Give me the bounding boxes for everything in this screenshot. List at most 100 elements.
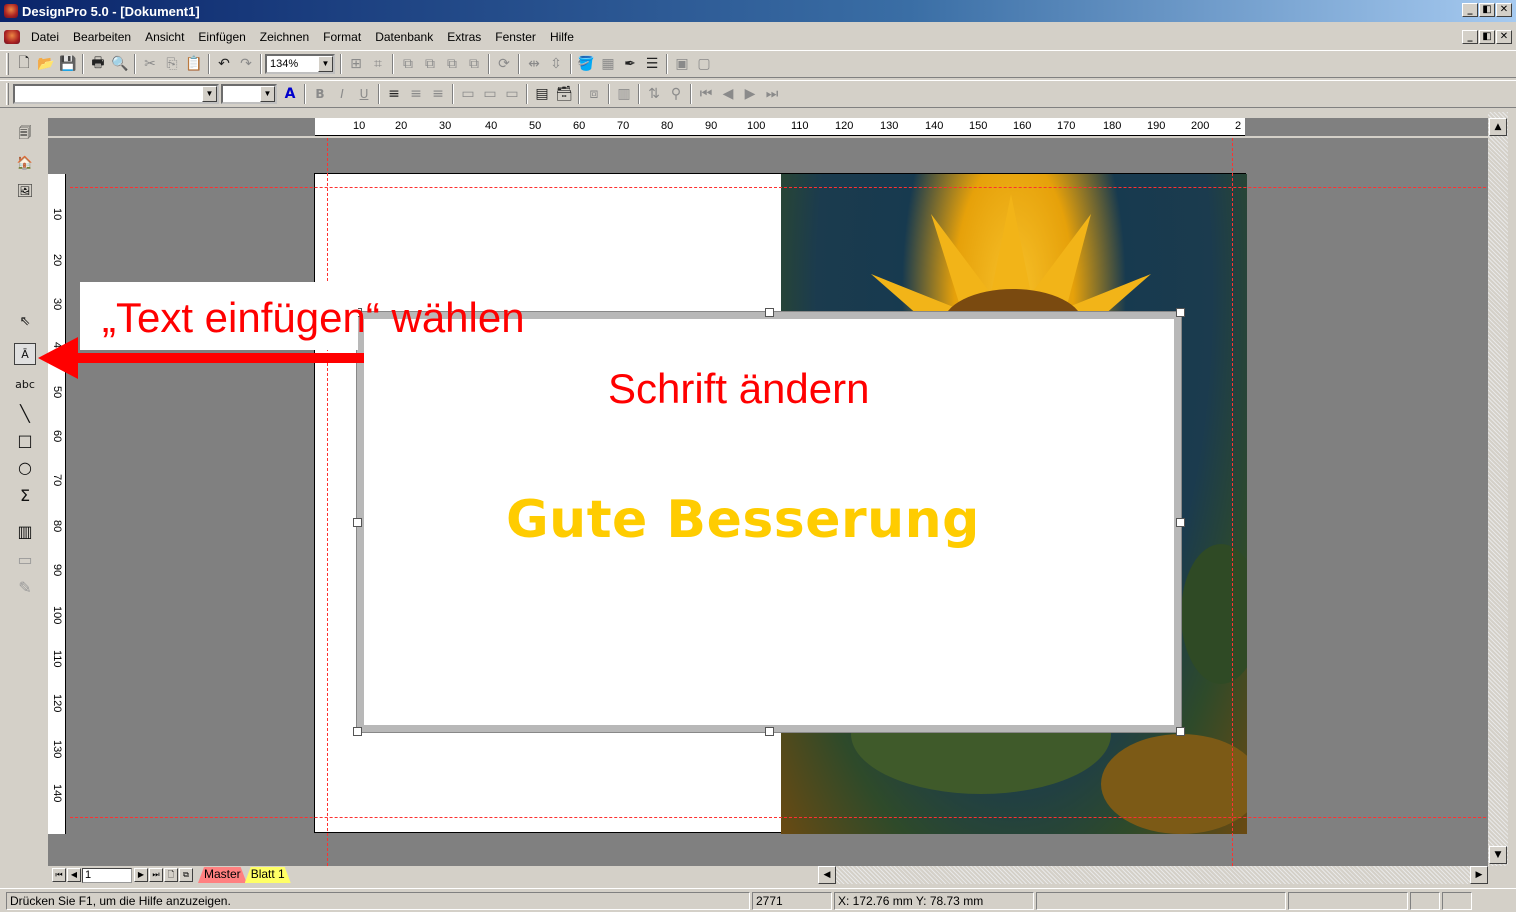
new-document-icon[interactable]: 🗋 [13,53,35,75]
send-backward-icon[interactable]: ⧉ [441,53,463,75]
page-view-icon[interactable]: 🗐 [14,124,36,146]
pointer-icon[interactable]: ⇖ [14,310,36,332]
doc-minimize-button[interactable]: _ [1462,30,1478,44]
toolbar-grip[interactable] [6,53,9,75]
menu-datei[interactable]: Datei [24,30,66,44]
crop-icon[interactable]: ⌗ [367,53,389,75]
merge-icon[interactable]: ⧈ [583,83,605,105]
database-icon[interactable]: 🗃 [553,83,575,105]
restore-button[interactable]: ◧ [1479,3,1495,17]
menu-bearbeiten[interactable]: Bearbeiten [66,30,138,44]
menu-extras[interactable]: Extras [440,30,488,44]
text-color-icon[interactable]: A [279,83,301,105]
align-objects-icon[interactable]: ⊞ [345,53,367,75]
group-icon[interactable]: ▣ [671,53,693,75]
save-icon[interactable]: 💾 [57,53,79,75]
first-record-icon[interactable]: ⏮ [695,83,717,105]
scroll-right-icon[interactable]: ▶ [1470,866,1488,884]
valign-bottom-icon[interactable]: ▭ [501,83,523,105]
next-page-icon[interactable]: ▶ [134,868,148,882]
vertical-scrollbar[interactable]: ▲ ▼ [1488,112,1508,866]
sort-icon[interactable]: ⇅ [643,83,665,105]
scroll-up-icon[interactable]: ▲ [1489,118,1507,136]
menu-hilfe[interactable]: Hilfe [543,30,581,44]
chevron-down-icon[interactable]: ▼ [202,86,217,102]
line-style-icon[interactable]: ☰ [641,53,663,75]
duplicate-page-icon[interactable]: ⧉ [179,868,193,882]
last-record-icon[interactable]: ⏭ [761,83,783,105]
close-button[interactable]: ✕ [1496,3,1512,17]
image-gallery-icon[interactable]: 🖼 [14,180,36,202]
next-record-icon[interactable]: ▶ [739,83,761,105]
table-view-icon[interactable]: ▥ [613,83,635,105]
chevron-down-icon[interactable]: ▼ [260,86,275,102]
document-menu-icon[interactable] [4,30,20,44]
ellipse-icon[interactable]: ○ [14,456,36,478]
valign-top-icon[interactable]: ▭ [457,83,479,105]
tab-blatt-1[interactable]: Blatt 1 [245,867,291,883]
last-page-icon[interactable]: ⏭ [149,868,163,882]
ole-object-icon[interactable]: ▭ [14,548,36,570]
insert-field-icon[interactable]: ▤ [531,83,553,105]
horizontal-scrollbar[interactable]: ◀ ▶ [818,866,1488,884]
resize-handle-se[interactable] [1176,727,1185,736]
picture-tool-icon[interactable]: ✎ [14,576,36,598]
ungroup-icon[interactable]: ▢ [693,53,715,75]
resize-handle-ne[interactable] [1176,308,1185,317]
resize-handle-s[interactable] [765,727,774,736]
guide-line-top[interactable] [70,187,1486,188]
doc-restore-button[interactable]: ◧ [1479,30,1495,44]
font-size-select[interactable]: ▼ [221,84,277,104]
flip-vertical-icon[interactable]: ⇳ [545,53,567,75]
tab-master[interactable]: Master [198,867,247,883]
font-name-select[interactable]: ▼ [13,84,219,104]
pattern-icon[interactable]: ▦ [597,53,619,75]
fill-color-icon[interactable]: 🪣 [575,53,597,75]
chevron-down-icon[interactable]: ▼ [318,56,333,72]
prev-page-icon[interactable]: ◀ [67,868,81,882]
guide-line-right[interactable] [1232,138,1233,866]
print-preview-icon[interactable]: 🔍 [109,53,131,75]
rotate-icon[interactable]: ⟳ [493,53,515,75]
cut-icon[interactable]: ✂ [139,53,161,75]
align-left-icon[interactable]: ≡ [383,83,405,105]
greeting-text[interactable]: Gute Besserung [506,490,1026,570]
resize-handle-e[interactable] [1176,518,1185,527]
doc-close-button[interactable]: ✕ [1496,30,1512,44]
redo-icon[interactable]: ↷ [235,53,257,75]
valign-middle-icon[interactable]: ▭ [479,83,501,105]
menu-fenster[interactable]: Fenster [488,30,543,44]
add-page-icon[interactable]: 🗋 [164,868,178,882]
page-number-field[interactable]: 1 [82,867,132,883]
line-icon[interactable]: ╲ [14,402,36,424]
filter-icon[interactable]: ⚲ [665,83,687,105]
underline-button[interactable]: U [353,83,375,105]
align-center-icon[interactable]: ≡ [405,83,427,105]
scroll-down-icon[interactable]: ▼ [1489,846,1507,864]
barcode-icon[interactable]: ▥ [14,520,36,542]
menu-format[interactable]: Format [316,30,368,44]
italic-button[interactable]: I [331,83,353,105]
bring-front-icon[interactable]: ⧉ [397,53,419,75]
bold-button[interactable]: B [309,83,331,105]
resize-handle-sw[interactable] [353,727,362,736]
copy-icon[interactable]: ⎘ [161,53,183,75]
align-right-icon[interactable]: ≡ [427,83,449,105]
zoom-select[interactable]: 134% ▼ [265,54,335,74]
menu-ansicht[interactable]: Ansicht [138,30,191,44]
polygon-icon[interactable]: Σ [14,484,36,506]
scroll-left-icon[interactable]: ◀ [818,866,836,884]
prev-record-icon[interactable]: ◀ [717,83,739,105]
minimize-button[interactable]: _ [1462,3,1478,17]
flip-horizontal-icon[interactable]: ⇹ [523,53,545,75]
insert-text-icon[interactable]: Ā [14,343,36,365]
guide-line-bottom[interactable] [70,817,1486,818]
background-icon[interactable]: 🏠 [14,152,36,174]
bring-forward-icon[interactable]: ⧉ [419,53,441,75]
paste-icon[interactable]: 📋 [183,53,205,75]
line-color-icon[interactable]: ✒ [619,53,641,75]
curved-text-icon[interactable]: abc [14,373,36,395]
undo-icon[interactable]: ↶ [213,53,235,75]
guide-line-left[interactable] [327,138,328,866]
open-folder-icon[interactable]: 📂 [35,53,57,75]
